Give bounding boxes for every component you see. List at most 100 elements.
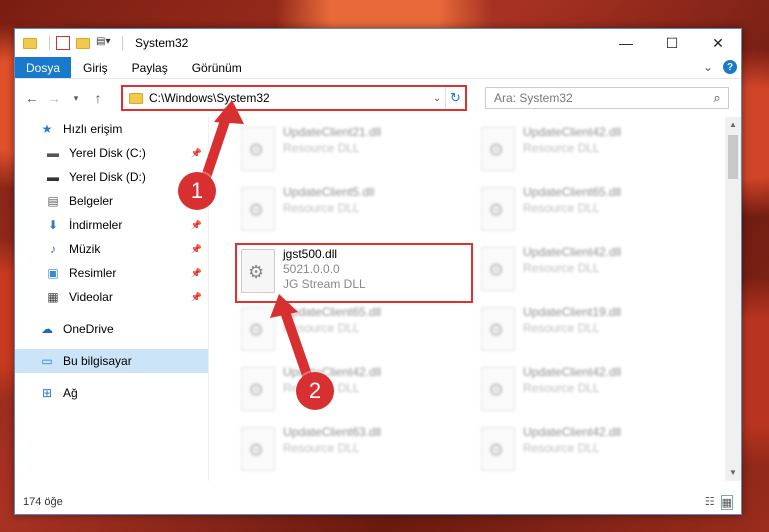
network-icon: ⊞: [41, 386, 53, 400]
file-type: JG Stream DLL: [283, 277, 366, 291]
file-type: Resource DLL: [283, 141, 360, 155]
ribbon-expand-icon[interactable]: ⌄: [703, 60, 713, 74]
window-title: System32: [135, 36, 189, 50]
list-item[interactable]: UpdateClient19.dll Resource DLL: [477, 303, 697, 359]
star-icon: ★: [41, 122, 53, 136]
callout-badge-1: 1: [178, 172, 216, 210]
list-item[interactable]: UpdateClient65.dll Resource DLL: [237, 303, 457, 359]
details-view-icon[interactable]: ☷: [705, 495, 715, 510]
pin-icon[interactable]: 📌: [191, 148, 202, 159]
list-item[interactable]: UpdateClient65.dll Resource DLL: [477, 183, 697, 239]
search-input[interactable]: Ara: System32: [494, 91, 706, 105]
refresh-icon[interactable]: ↻: [445, 87, 465, 109]
divider: [122, 36, 123, 50]
recent-locations-icon[interactable]: ▾: [65, 93, 87, 104]
address-path[interactable]: C:\Windows\System32: [149, 91, 429, 105]
file-explorer-window: ▤▾ System32 — ☐ ✕ Dosya Giriş Paylaş Gör…: [14, 28, 742, 515]
cloud-icon: ☁: [41, 322, 53, 336]
sidebar-item-label: Videolar: [69, 290, 113, 304]
dll-file-icon: [241, 187, 275, 231]
sidebar-item-quick-access[interactable]: ★ Hızlı erişim: [15, 117, 208, 141]
file-type: Resource DLL: [523, 201, 600, 215]
sidebar-item-videos[interactable]: ▦ Videolar 📌: [15, 285, 208, 309]
search-icon[interactable]: ⌕: [706, 90, 728, 106]
file-type: Resource DLL: [283, 201, 360, 215]
file-list: UpdateClient21.dll Resource DLL UpdateCli…: [223, 117, 723, 481]
file-type: Resource DLL: [523, 381, 600, 395]
dll-file-icon: [481, 247, 515, 291]
sidebar-item-this-pc[interactable]: ▭ Bu bilgisayar: [15, 349, 208, 373]
dll-file-icon: [241, 127, 275, 171]
back-icon[interactable]: ←: [21, 90, 43, 106]
file-type: Resource DLL: [523, 261, 600, 275]
file-name: UpdateClient21.dll: [283, 125, 382, 139]
minimize-button[interactable]: —: [603, 29, 649, 57]
scroll-up-icon[interactable]: ▲: [725, 117, 741, 133]
list-item[interactable]: UpdateClient63.dll Resource DLL: [237, 423, 457, 479]
file-name: UpdateClient5.dll: [283, 185, 375, 199]
vertical-scrollbar[interactable]: ▲ ▼: [725, 117, 741, 481]
callout-badge-2: 2: [296, 372, 334, 410]
file-name: jgst500.dll: [283, 247, 338, 261]
scroll-down-icon[interactable]: ▼: [725, 465, 741, 481]
file-name: UpdateClient42.dll: [283, 365, 382, 379]
item-count: 174 öğe: [23, 496, 63, 508]
search-box[interactable]: Ara: System32 ⌕: [485, 87, 729, 109]
sidebar-item-downloads[interactable]: ⬇ İndirmeler 📌: [15, 213, 208, 237]
sidebar-item-pictures[interactable]: ▣ Resimler 📌: [15, 261, 208, 285]
list-item[interactable]: UpdateClient5.dll Resource DLL: [237, 183, 457, 239]
list-item[interactable]: UpdateClient42.dll Resource DLL: [477, 123, 697, 179]
file-type: Resource DLL: [283, 441, 360, 455]
divider: [49, 36, 50, 50]
file-name: UpdateClient42.dll: [523, 125, 622, 139]
close-button[interactable]: ✕: [695, 29, 741, 57]
help-icon[interactable]: ?: [723, 60, 737, 74]
list-item[interactable]: UpdateClient42.dllResource DLL: [477, 363, 697, 419]
sidebar-item-label: İndirmeler: [69, 218, 123, 232]
dll-file-icon: [241, 367, 275, 411]
scroll-thumb[interactable]: [728, 135, 738, 179]
sidebar-item-c-drive[interactable]: ▬ Yerel Disk (C:) 📌: [15, 141, 208, 165]
sidebar-item-label: Müzik: [69, 242, 101, 256]
file-type: Resource DLL: [523, 321, 600, 335]
list-item[interactable]: UpdateClient42.dllResource DLL: [477, 423, 697, 479]
forward-icon[interactable]: →: [43, 90, 65, 106]
address-bar[interactable]: C:\Windows\System32 ⌄ ↻: [121, 85, 467, 111]
tab-file[interactable]: Dosya: [15, 57, 71, 78]
customize-icon[interactable]: ▤▾: [96, 36, 110, 50]
tab-home[interactable]: Giriş: [71, 57, 120, 78]
sidebar-item-label: Yerel Disk (C:): [69, 146, 146, 160]
pin-icon[interactable]: 📌: [191, 268, 202, 279]
list-item[interactable]: UpdateClient21.dll Resource DLL: [237, 123, 457, 179]
new-folder-icon[interactable]: [76, 37, 90, 49]
file-type: Resource DLL: [523, 141, 600, 155]
dll-file-icon: [481, 367, 515, 411]
address-row: ← → ▾ ↑ C:\Windows\System32 ⌄ ↻ Ara: Sys…: [15, 79, 741, 117]
list-item[interactable]: UpdateClient42.dllResource DLL: [237, 363, 457, 419]
sidebar-item-network[interactable]: ⊞ Ağ: [15, 381, 208, 405]
maximize-button[interactable]: ☐: [649, 29, 695, 57]
pin-icon[interactable]: 📌: [191, 292, 202, 303]
navigation-pane: ★ Hızlı erişim ▬ Yerel Disk (C:) 📌 ▬ Yer…: [15, 117, 209, 481]
tab-share[interactable]: Paylaş: [120, 57, 180, 78]
file-name: UpdateClient63.dll: [283, 425, 382, 439]
pin-icon[interactable]: 📌: [191, 244, 202, 255]
sidebar-item-music[interactable]: ♪ Müzik 📌: [15, 237, 208, 261]
file-version: 5021.0.0.0: [283, 262, 340, 276]
dll-file-icon: [481, 187, 515, 231]
sidebar-item-onedrive[interactable]: ☁ OneDrive: [15, 317, 208, 341]
folder-icon: [23, 37, 37, 49]
computer-icon: ▭: [41, 354, 53, 368]
dll-file-icon: [481, 307, 515, 351]
properties-icon[interactable]: [56, 36, 70, 50]
tab-view[interactable]: Görünüm: [180, 57, 254, 78]
chevron-down-icon[interactable]: ⌄: [429, 93, 445, 104]
drive-icon: ▬: [47, 146, 59, 160]
sidebar-item-label: OneDrive: [63, 322, 114, 336]
highlighted-file-item[interactable]: jgst500.dll 5021.0.0.0 JG Stream DLL: [235, 243, 473, 303]
sidebar-item-label: Hızlı erişim: [63, 122, 123, 136]
pin-icon[interactable]: 📌: [191, 220, 202, 231]
up-icon[interactable]: ↑: [87, 90, 109, 106]
list-item[interactable]: UpdateClient42.dllResource DLL: [477, 243, 697, 299]
tiles-view-icon[interactable]: ▦: [720, 495, 733, 510]
